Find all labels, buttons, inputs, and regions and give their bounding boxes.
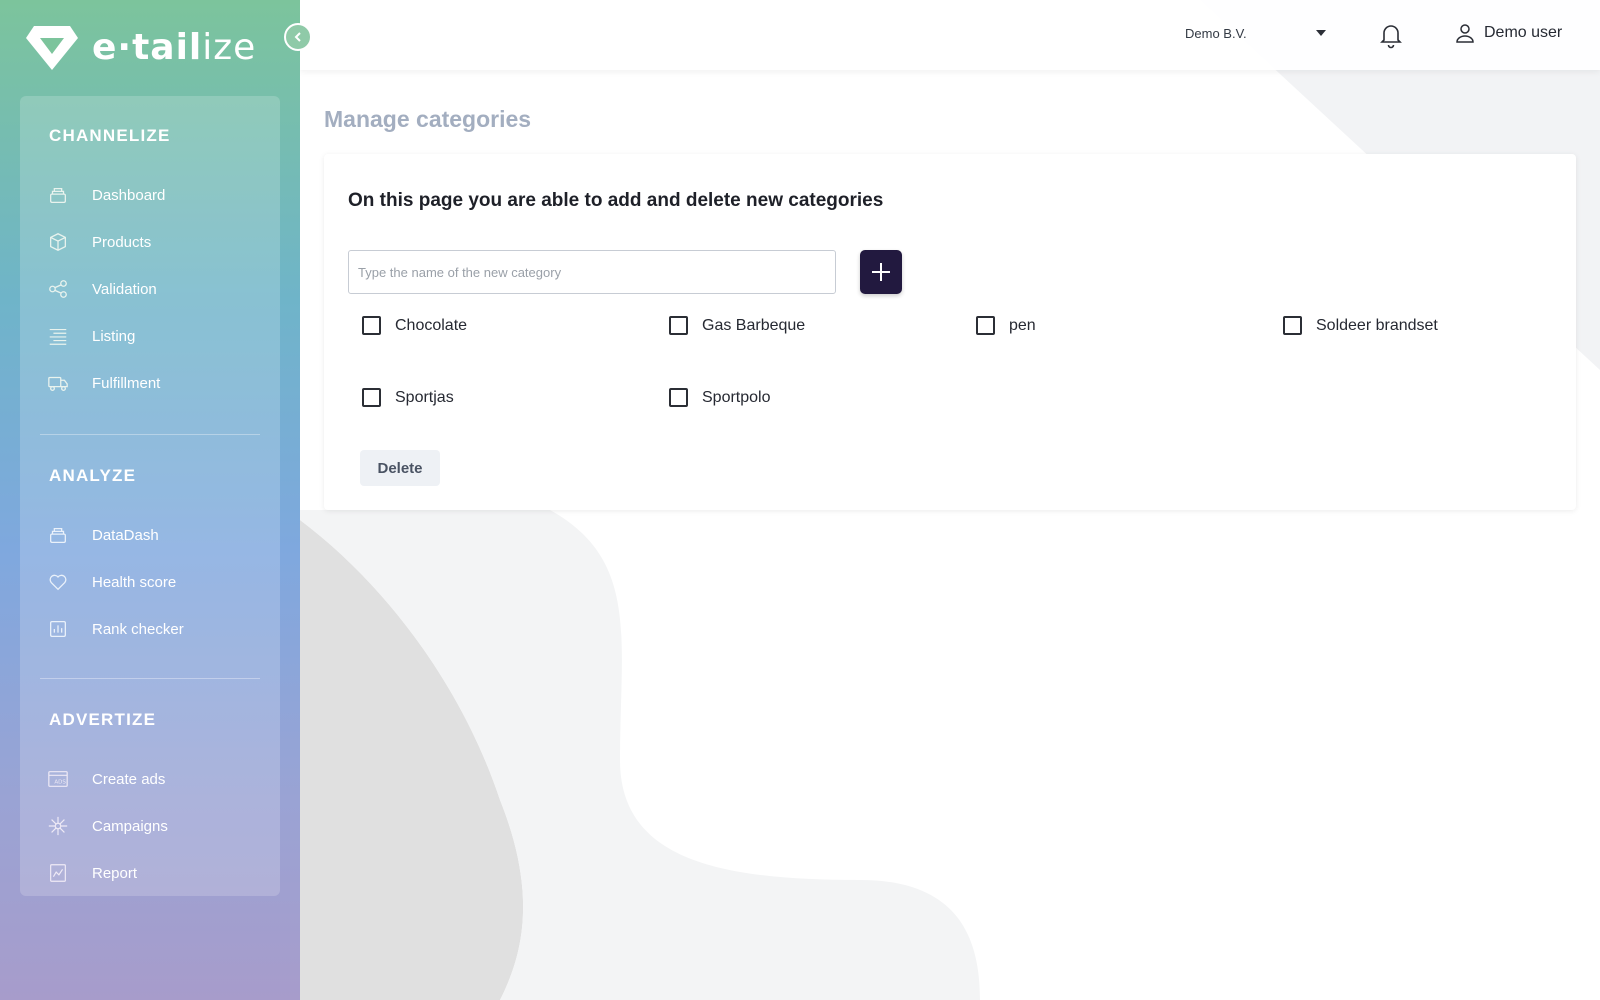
- delete-button[interactable]: Delete: [360, 450, 440, 486]
- bar-chart-icon: [46, 617, 70, 641]
- category-label: pen: [1009, 316, 1036, 334]
- heart-icon: [46, 570, 70, 594]
- sidebar-item-products[interactable]: Products: [46, 227, 266, 257]
- sidebar-item-label: Create ads: [92, 770, 166, 788]
- sidebar-item-datadash[interactable]: DataDash: [46, 520, 266, 550]
- add-category-button[interactable]: [860, 250, 902, 294]
- box-icon: [46, 230, 70, 254]
- sidebar-item-rank-checker[interactable]: Rank checker: [46, 614, 266, 644]
- user-menu[interactable]: Demo user: [1454, 22, 1562, 44]
- category-checkbox[interactable]: [362, 316, 381, 335]
- section-title-advertize: ADVERTIZE: [49, 710, 157, 729]
- collapse-sidebar-button[interactable]: [284, 23, 312, 51]
- sidebar-item-label: Health score: [92, 573, 177, 591]
- sidebar-item-label: Products: [92, 233, 152, 251]
- sidebar: e·tailize CHANNELIZE Dashboard Products …: [0, 0, 300, 1000]
- category-checkbox[interactable]: [362, 388, 381, 407]
- sidebar-item-campaigns[interactable]: Campaigns: [46, 811, 266, 841]
- plus-icon: [872, 263, 890, 281]
- chevron-left-icon: [294, 32, 301, 42]
- layers-icon: [46, 183, 70, 207]
- sidebar-item-create-ads[interactable]: ADS Create ads: [46, 764, 266, 794]
- network-icon: [46, 814, 70, 838]
- sidebar-item-label: Rank checker: [92, 620, 184, 638]
- sidebar-item-dashboard[interactable]: Dashboard: [46, 180, 266, 210]
- category-item-gas-barbeque[interactable]: Gas Barbeque: [669, 316, 805, 335]
- category-item-pen[interactable]: pen: [976, 316, 1036, 335]
- sidebar-item-label: Campaigns: [92, 817, 168, 835]
- sidebar-item-report[interactable]: Report: [46, 858, 266, 888]
- card-heading: On this page you are able to add and del…: [348, 190, 884, 211]
- sidebar-item-health-score[interactable]: Health score: [46, 567, 266, 597]
- category-checkbox[interactable]: [1283, 316, 1302, 335]
- etailize-logo-icon: [26, 26, 78, 70]
- sidebar-item-label: Listing: [92, 327, 136, 345]
- category-item-sportjas[interactable]: Sportjas: [362, 388, 454, 407]
- page-title: Manage categories: [324, 106, 532, 132]
- sidebar-item-label: Fulfillment: [92, 374, 161, 392]
- logo-text: e·tailize: [92, 26, 257, 68]
- category-item-soldeer-brandset[interactable]: Soldeer brandset: [1283, 316, 1438, 335]
- layers-icon: [46, 523, 70, 547]
- category-label: Gas Barbeque: [702, 316, 806, 334]
- user-icon: [1456, 24, 1474, 43]
- sidebar-divider: [40, 678, 260, 679]
- category-label: Chocolate: [395, 316, 468, 334]
- nav-panel: CHANNELIZE Dashboard Products Validation…: [20, 96, 280, 896]
- sidebar-item-label: DataDash: [92, 526, 159, 544]
- new-category-input[interactable]: [348, 250, 836, 294]
- user-name: Demo user: [1484, 24, 1563, 41]
- sidebar-item-label: Dashboard: [92, 186, 166, 204]
- line-chart-icon: [46, 861, 70, 885]
- caret-down-icon[interactable]: [1316, 30, 1326, 36]
- share-nodes-icon: [46, 277, 70, 301]
- logo[interactable]: e·tailize: [26, 24, 256, 70]
- section-title-channelize: CHANNELIZE: [49, 126, 171, 145]
- category-label: Sportpolo: [702, 388, 771, 406]
- top-bar: Demo B.V. Demo user: [300, 0, 1600, 70]
- category-checkbox[interactable]: [669, 316, 688, 335]
- categories-card: On this page you are able to add and del…: [324, 154, 1576, 510]
- svg-text:ADS: ADS: [54, 780, 66, 786]
- list-lines-icon: [46, 324, 70, 348]
- sidebar-item-listing[interactable]: Listing: [46, 321, 266, 351]
- sidebar-item-validation[interactable]: Validation: [46, 274, 266, 304]
- bell-icon[interactable]: [1378, 21, 1404, 49]
- sidebar-divider: [40, 434, 260, 435]
- company-selector[interactable]: Demo B.V.: [1185, 26, 1247, 41]
- sidebar-item-fulfillment[interactable]: Fulfillment: [46, 368, 266, 398]
- sidebar-item-label: Report: [92, 864, 138, 882]
- category-checkbox[interactable]: [976, 316, 995, 335]
- sidebar-item-label: Validation: [92, 280, 157, 298]
- category-item-chocolate[interactable]: Chocolate: [362, 316, 467, 335]
- section-title-analyze: ANALYZE: [49, 466, 137, 485]
- category-label: Soldeer brandset: [1316, 316, 1438, 334]
- truck-icon: [46, 371, 70, 395]
- ads-icon: ADS: [46, 767, 70, 791]
- category-item-sportpolo[interactable]: Sportpolo: [669, 388, 771, 407]
- main-content: Demo B.V. Demo user Manage categories On…: [300, 0, 1600, 1000]
- category-label: Sportjas: [395, 388, 454, 406]
- category-checkbox[interactable]: [669, 388, 688, 407]
